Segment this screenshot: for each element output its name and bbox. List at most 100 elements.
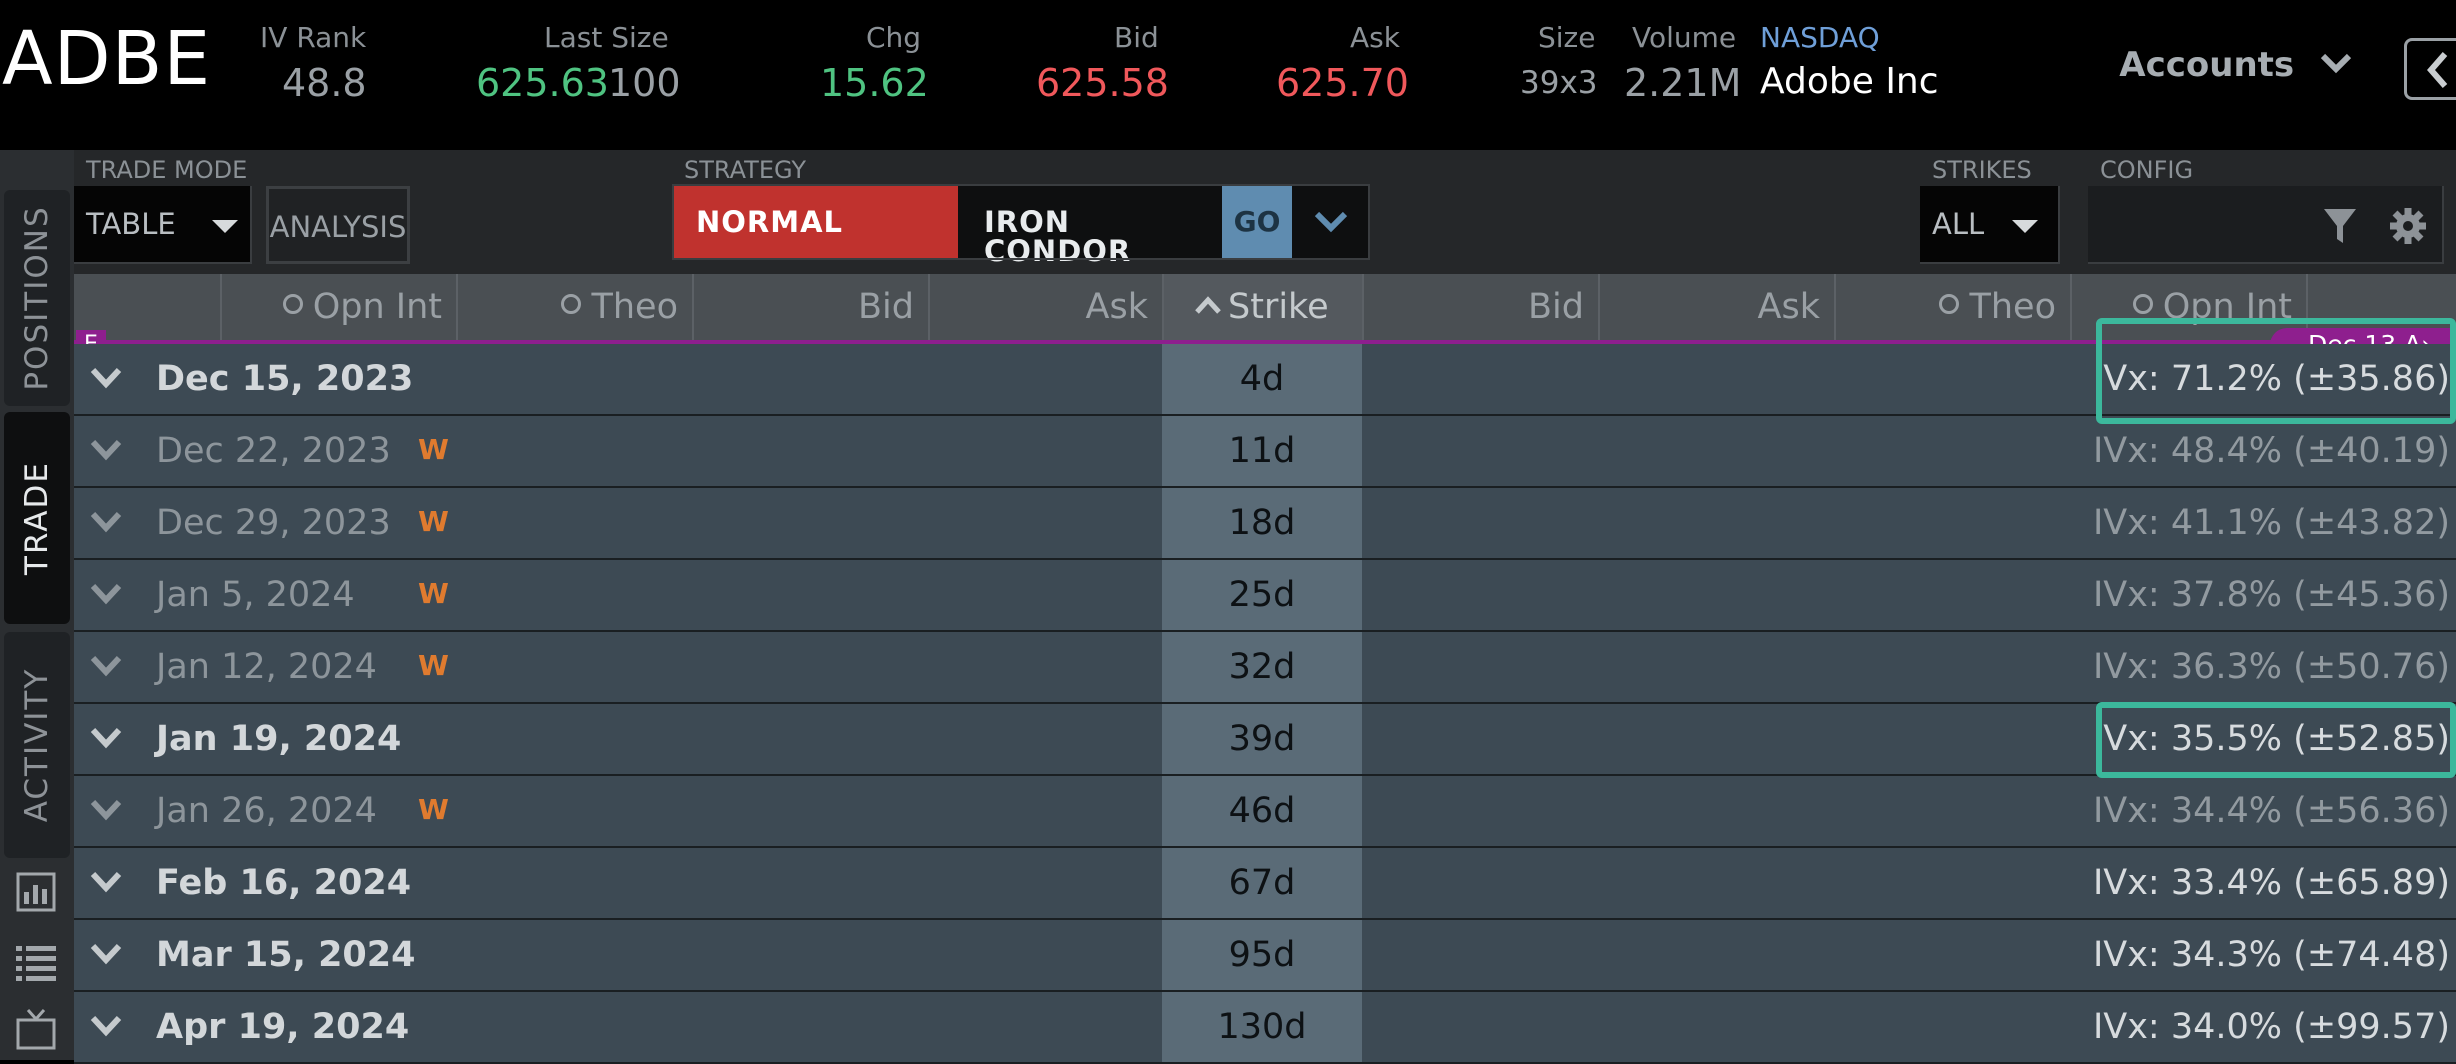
expiration-row[interactable]: Apr 19, 2024 130d IVx: 34.0% (±99.57): [74, 992, 2456, 1064]
iv-rank-label: IV Rank: [260, 21, 367, 54]
ivx-value: IVx: 35.5% (±52.85): [2092, 719, 2450, 759]
last-size-value: 100: [608, 61, 681, 105]
weekly-tag: W: [418, 649, 449, 682]
chevron-down-icon[interactable]: [90, 438, 122, 462]
days-to-expiry-cell: 4d: [1162, 344, 1362, 414]
col-left-opn-int[interactable]: Opn Int: [220, 274, 456, 342]
ask-value: 625.70: [1276, 61, 1409, 105]
chevron-down-icon[interactable]: [90, 582, 122, 606]
strategy-label: STRATEGY: [684, 156, 807, 184]
expiration-date: Jan 19, 2024: [156, 719, 402, 759]
tab-trade[interactable]: TRADE: [4, 412, 70, 624]
chevron-down-icon[interactable]: [90, 798, 122, 822]
chevron-down-icon[interactable]: [90, 654, 122, 678]
column-header-row: Opn Int Theo Bid Ask Strike Bid Ask Theo…: [74, 274, 2456, 342]
strikes-dropdown[interactable]: ALL: [1920, 186, 2060, 264]
col-label: Opn Int: [312, 287, 442, 327]
days-to-expiry-cell: 11d: [1162, 416, 1362, 486]
size-value: 39x3: [1520, 65, 1598, 101]
days-to-expiry: 25d: [1228, 575, 1296, 615]
expiration-row[interactable]: Feb 16, 2024 67d IVx: 33.4% (±65.89): [74, 848, 2456, 920]
col-right-ask[interactable]: Ask: [1598, 274, 1834, 342]
weekly-tag: W: [418, 505, 449, 538]
chevron-down-icon[interactable]: [90, 510, 122, 534]
chart-icon[interactable]: [14, 870, 58, 914]
col-right-theo[interactable]: Theo: [1834, 274, 2070, 342]
weekly-tag: W: [418, 577, 449, 610]
chevron-down-icon[interactable]: [90, 366, 122, 390]
bid-value: 625.58: [1036, 61, 1169, 105]
expiration-date: Jan 26, 2024: [156, 791, 377, 831]
col-label: Theo: [1969, 287, 2056, 327]
col-label: Opn Int: [2162, 287, 2292, 327]
col-label: Ask: [1085, 287, 1148, 327]
expiration-date: Mar 15, 2024: [156, 935, 416, 975]
expiration-row[interactable]: Dec 29, 2023 W 18d IVx: 41.1% (±43.82): [74, 488, 2456, 560]
col-right-opn-int[interactable]: Opn Int: [2070, 274, 2306, 342]
go-label: GO: [1233, 205, 1281, 238]
strategy-select[interactable]: IRON CONDOR: [958, 186, 1222, 266]
filter-icon[interactable]: [2322, 206, 2358, 246]
days-to-expiry-cell: 25d: [1162, 560, 1362, 630]
radio-circle-icon: [282, 294, 303, 314]
ticker-symbol[interactable]: ADBE: [2, 22, 211, 96]
collapse-panel-button[interactable]: [2404, 38, 2456, 100]
col-label: Ask: [1757, 287, 1820, 327]
chevron-down-icon[interactable]: [90, 942, 122, 966]
volume-label: Volume: [1632, 21, 1737, 54]
company-name: Adobe Inc: [1760, 61, 1939, 102]
expiration-date: Dec 29, 2023: [156, 503, 391, 543]
days-to-expiry: 95d: [1228, 935, 1296, 975]
tab-activity-label: ACTIVITY: [19, 667, 55, 823]
weekly-tag: W: [418, 793, 449, 826]
gear-icon[interactable]: [2388, 206, 2428, 246]
list-icon[interactable]: [14, 940, 58, 984]
expiration-date: Jan 5, 2024: [156, 575, 355, 615]
caret-down-icon: [212, 220, 238, 233]
exchange-label: NASDAQ: [1760, 21, 1880, 54]
col-strike[interactable]: Strike: [1162, 274, 1362, 342]
expiration-row[interactable]: Mar 15, 2024 95d IVx: 34.3% (±74.48): [74, 920, 2456, 992]
bid-label: Bid: [1114, 21, 1159, 54]
ivx-value: IVx: 33.4% (±65.89): [2092, 863, 2450, 903]
radio-circle-icon: [561, 294, 582, 314]
col-left-bid[interactable]: Bid: [692, 274, 928, 342]
trade-mode-label: TRADE MODE: [86, 156, 248, 184]
days-to-expiry: 67d: [1228, 863, 1296, 903]
config-label: CONFIG: [2100, 156, 2194, 184]
days-to-expiry: 11d: [1228, 431, 1296, 471]
expiration-row[interactable]: Jan 5, 2024 W 25d IVx: 37.8% (±45.36): [74, 560, 2456, 632]
col-left-theo[interactable]: Theo: [456, 274, 692, 342]
trade-mode-dropdown[interactable]: TABLE: [74, 186, 252, 264]
go-button[interactable]: GO: [1222, 186, 1292, 258]
chevron-down-icon[interactable]: [90, 1014, 122, 1038]
tab-activity[interactable]: ACTIVITY: [4, 632, 70, 858]
last-size-label: Last Size: [544, 21, 669, 54]
expiration-row[interactable]: Jan 26, 2024 W 46d IVx: 34.4% (±56.36): [74, 776, 2456, 848]
chevron-down-icon[interactable]: [90, 870, 122, 894]
strategy-normal-button[interactable]: NORMAL: [674, 186, 958, 258]
col-label: Strike: [1228, 287, 1329, 327]
expiration-row[interactable]: Jan 19, 2024 39d IVx: 35.5% (±52.85): [74, 704, 2456, 776]
days-to-expiry: 46d: [1228, 791, 1296, 831]
chg-label: Chg: [866, 21, 922, 54]
trade-mode-value: TABLE: [86, 207, 176, 241]
col-left-ask[interactable]: Ask: [928, 274, 1162, 342]
expiration-date: Dec 22, 2023: [156, 431, 391, 471]
expiration-row[interactable]: Jan 12, 2024 W 32d IVx: 36.3% (±50.76): [74, 632, 2456, 704]
accounts-menu[interactable]: Accounts: [2119, 48, 2352, 82]
chevron-down-icon[interactable]: [90, 726, 122, 750]
expiration-row[interactable]: Dec 22, 2023 W 11d IVx: 48.4% (±40.19): [74, 416, 2456, 488]
col-right-bid[interactable]: Bid: [1362, 274, 1598, 342]
radio-circle-icon: [2132, 294, 2153, 314]
tv-icon[interactable]: [14, 1006, 58, 1050]
expiration-date: Feb 16, 2024: [156, 863, 412, 903]
strategy-dropdown-toggle[interactable]: [1292, 186, 1368, 258]
col-label: Bid: [1528, 287, 1584, 327]
expiration-row[interactable]: Dec 15, 2023 4d IVx: 71.2% (±35.86): [74, 344, 2456, 416]
analysis-button[interactable]: ANALYSIS: [266, 186, 410, 264]
tab-positions[interactable]: POSITIONS: [4, 190, 70, 406]
strikes-label: STRIKES: [1932, 156, 2032, 184]
volume-value: 2.21M: [1624, 61, 1742, 105]
expiration-date: Jan 12, 2024: [156, 647, 377, 687]
